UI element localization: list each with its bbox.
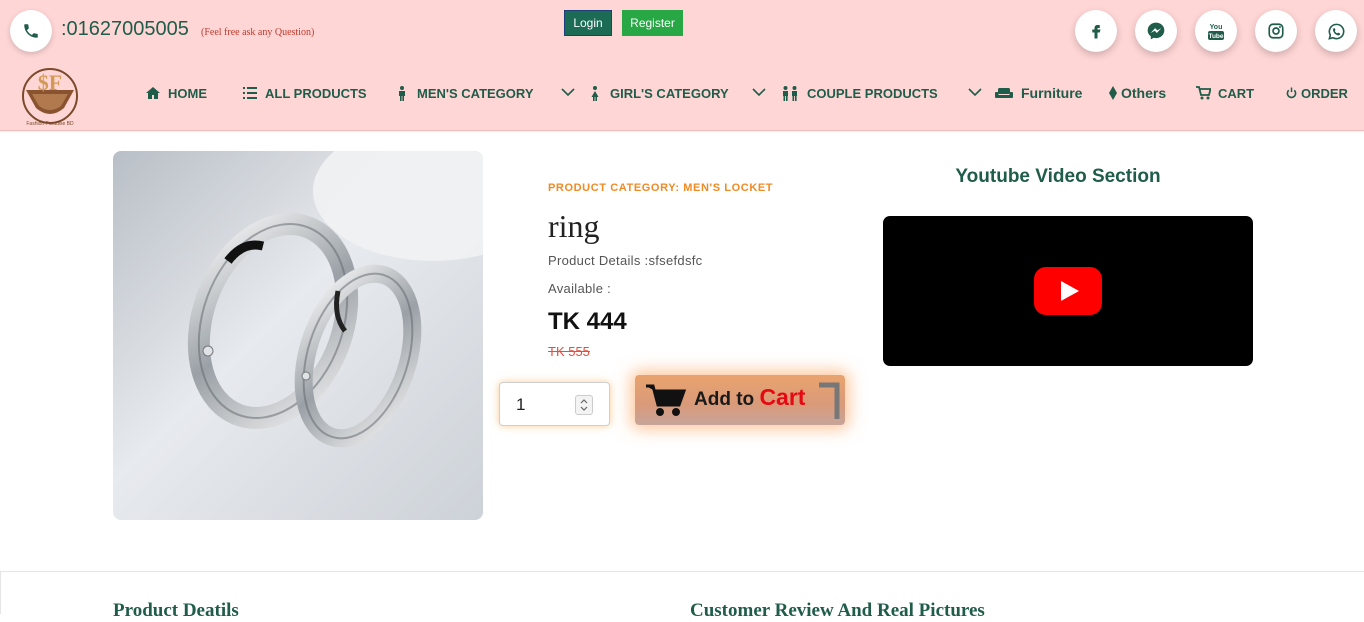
female-icon xyxy=(587,85,603,101)
nav-mens-category[interactable]: MEN'S CATEGORY xyxy=(394,84,534,102)
play-icon[interactable] xyxy=(1034,267,1102,315)
nav-label: MEN'S CATEGORY xyxy=(417,85,534,101)
nav-label: GIRL'S CATEGORY xyxy=(610,85,729,101)
nav-girls-category[interactable]: GIRL'S CATEGORY xyxy=(587,84,729,102)
nav-label: CART xyxy=(1218,85,1255,101)
cart-icon xyxy=(1195,86,1211,100)
product-availability: Available : xyxy=(548,281,612,296)
product-category: PRODUCT CATEGORY: MEN'S LOCKET xyxy=(548,182,774,194)
nav-order[interactable]: ORDER xyxy=(1285,84,1348,102)
site-logo[interactable]: $F Fashion Paradise BD xyxy=(16,60,84,128)
product-details-heading: Product Deatils xyxy=(113,600,239,621)
chevron-down-icon[interactable] xyxy=(560,84,576,100)
add-to-cart-label: Add to Cart xyxy=(694,384,806,410)
nav-furniture[interactable]: Furniture xyxy=(994,84,1082,102)
product-details: Product Details :sfsefdsfc xyxy=(548,253,703,268)
chevron-down-icon[interactable] xyxy=(967,84,983,100)
phone-number: :01627005005 xyxy=(61,18,189,40)
messenger-icon[interactable] xyxy=(1135,10,1177,52)
nav-home[interactable]: HOME xyxy=(145,84,207,102)
svg-text:$F: $F xyxy=(38,70,62,95)
svg-text:Tube: Tube xyxy=(1208,33,1223,40)
facebook-icon[interactable] xyxy=(1075,10,1117,52)
nav-label: Furniture xyxy=(1021,85,1083,101)
instagram-icon[interactable] xyxy=(1255,10,1297,52)
cart-handle-icon xyxy=(819,382,840,419)
svg-text:You: You xyxy=(1210,24,1223,31)
login-button[interactable]: Login xyxy=(564,10,612,36)
quantity-stepper[interactable] xyxy=(575,395,593,415)
product-name: ring xyxy=(548,208,600,244)
whatsapp-icon[interactable] xyxy=(1315,10,1357,52)
product-old-price: TK 555 xyxy=(548,344,590,359)
quantity-input[interactable]: 1 xyxy=(499,382,610,426)
customer-review-heading: Customer Review And Real Pictures xyxy=(690,600,985,621)
nav-label: Others xyxy=(1121,85,1167,101)
nav-all-products[interactable]: ALL PRODUCTS xyxy=(242,84,367,102)
home-icon xyxy=(145,86,161,100)
sofa-icon xyxy=(994,87,1014,99)
product-image[interactable] xyxy=(113,151,483,520)
product-price: TK 444 xyxy=(548,308,627,335)
nav-label: ORDER xyxy=(1301,85,1348,101)
couple-icon xyxy=(780,85,800,101)
quantity-value: 1 xyxy=(516,395,526,414)
male-icon xyxy=(394,85,410,101)
youtube-video-player[interactable] xyxy=(883,216,1253,366)
nav-others[interactable]: Others xyxy=(1108,84,1166,102)
video-section-title: Youtube Video Section xyxy=(955,166,1161,187)
nav-couple-products[interactable]: COUPLE PRODUCTS xyxy=(780,84,938,102)
nav-label: COUPLE PRODUCTS xyxy=(807,85,938,101)
cart-icon xyxy=(646,384,687,416)
logo-text: Fashion Paradise BD xyxy=(26,121,74,127)
phone-note: (Feel free ask any Question) xyxy=(201,27,315,38)
phone-icon[interactable] xyxy=(10,10,52,52)
youtube-icon[interactable]: You Tube xyxy=(1195,10,1237,52)
diamond-icon xyxy=(1108,86,1118,100)
power-icon xyxy=(1285,87,1297,99)
nav-cart[interactable]: CART xyxy=(1195,84,1254,102)
list-icon xyxy=(242,87,258,99)
chevron-down-icon[interactable] xyxy=(751,84,767,100)
nav-label: HOME xyxy=(168,85,207,101)
nav-label: ALL PRODUCTS xyxy=(265,85,367,101)
register-button[interactable]: Register xyxy=(622,10,683,36)
